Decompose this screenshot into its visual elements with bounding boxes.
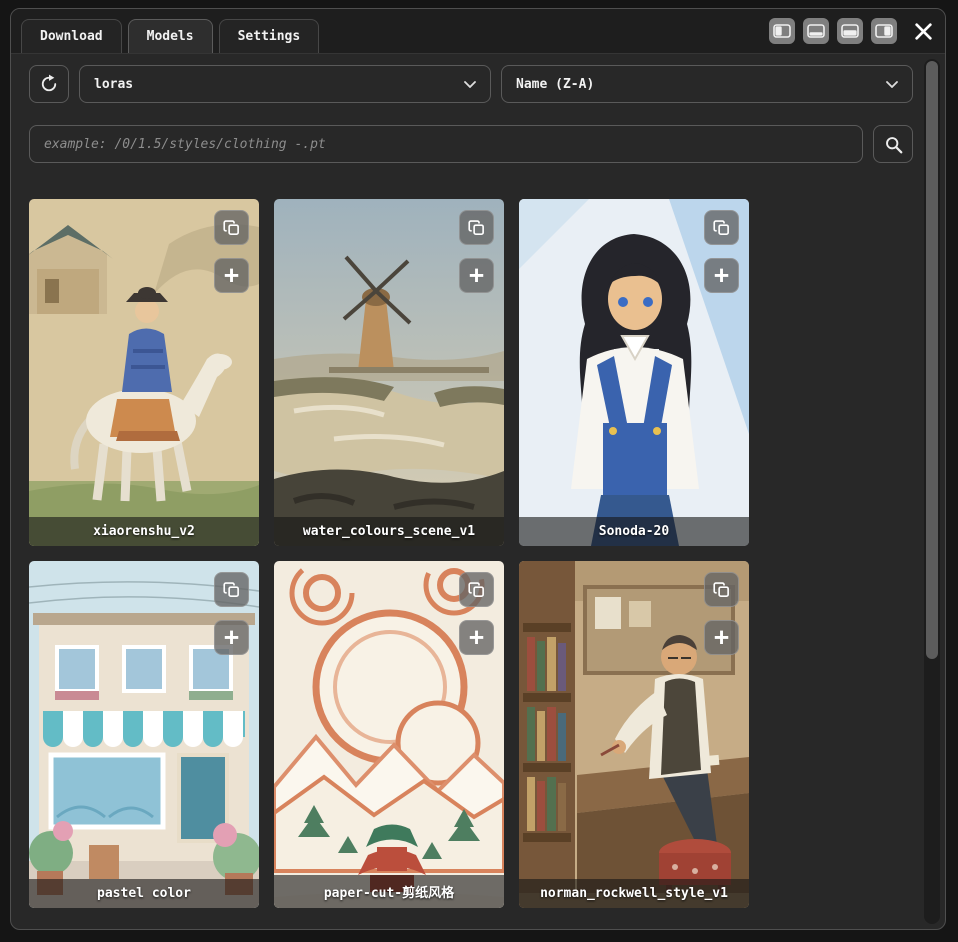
sort-value: Name (Z-A) [516, 77, 594, 92]
copy-icon [713, 581, 731, 599]
dock-bottom-button[interactable] [803, 18, 829, 44]
tab-strip: Download Models Settings [11, 9, 945, 54]
close-icon [913, 21, 934, 42]
model-card[interactable]: + norman_rockwell_style_v1 [519, 561, 749, 908]
model-card[interactable]: + pastel color [29, 561, 259, 908]
model-preview-image [519, 199, 749, 546]
model-title: paper-cut-剪纸风格 [274, 875, 504, 908]
search-row [29, 125, 913, 163]
plus-icon: + [469, 262, 484, 287]
model-title: water_colours_scene_v1 [274, 517, 504, 546]
dock-right-icon [875, 24, 893, 38]
tabs: Download Models Settings [21, 19, 319, 53]
search-icon [884, 135, 903, 154]
plus-icon: + [714, 624, 729, 649]
add-model-button[interactable]: + [459, 258, 494, 293]
model-title: norman_rockwell_style_v1 [519, 879, 749, 908]
search-input[interactable] [29, 125, 863, 163]
copy-model-button[interactable] [459, 210, 494, 245]
search-button[interactable] [873, 125, 913, 163]
model-preview-image [29, 199, 259, 546]
tab-download-label: Download [40, 29, 103, 44]
window-controls [769, 18, 897, 44]
add-model-button[interactable]: + [704, 620, 739, 655]
add-model-button[interactable]: + [459, 620, 494, 655]
model-card[interactable]: + water_colours_scene_v1 [274, 199, 504, 546]
plus-icon: + [224, 624, 239, 649]
model-preview-image [519, 561, 749, 908]
model-preview-image [274, 561, 504, 908]
model-card[interactable]: + paper-cut-剪纸风格 [274, 561, 504, 908]
refresh-button[interactable] [29, 65, 69, 103]
copy-model-button[interactable] [214, 572, 249, 607]
tab-models-label: Models [147, 29, 194, 44]
add-model-button[interactable]: + [214, 620, 249, 655]
copy-icon [468, 219, 486, 237]
dock-left-button[interactable] [769, 18, 795, 44]
model-type-value: loras [94, 77, 133, 92]
model-title: Sonoda-20 [519, 517, 749, 546]
model-preview-image [274, 199, 504, 546]
scrollbar-thumb[interactable] [926, 61, 938, 659]
dock-right-button[interactable] [871, 18, 897, 44]
tab-models[interactable]: Models [128, 19, 213, 53]
copy-icon [468, 581, 486, 599]
model-card[interactable]: + xiaorenshu_v2 [29, 199, 259, 546]
copy-model-button[interactable] [704, 572, 739, 607]
sort-select[interactable]: Name (Z-A) [501, 65, 913, 103]
model-title: xiaorenshu_v2 [29, 517, 259, 546]
chevron-down-icon [464, 81, 476, 88]
models-panel: Download Models Settings [10, 8, 946, 930]
copy-icon [223, 219, 241, 237]
dock-left-icon [773, 24, 791, 38]
plus-icon: + [714, 262, 729, 287]
chevron-down-icon [886, 81, 898, 88]
add-model-button[interactable]: + [704, 258, 739, 293]
copy-icon [223, 581, 241, 599]
scrollbar[interactable] [924, 59, 940, 924]
model-card[interactable]: + Sonoda-20 [519, 199, 749, 546]
toolbar: loras Name (Z-A) [29, 65, 913, 103]
model-grid: + xiaorenshu_v2 [29, 199, 749, 908]
copy-model-button[interactable] [459, 572, 494, 607]
tab-settings[interactable]: Settings [219, 19, 320, 53]
dock-bottom-icon [807, 24, 825, 38]
copy-model-button[interactable] [704, 210, 739, 245]
copy-model-button[interactable] [214, 210, 249, 245]
refresh-icon [39, 74, 59, 94]
tab-settings-label: Settings [238, 29, 301, 44]
plus-icon: + [224, 262, 239, 287]
dock-bottom-large-button[interactable] [837, 18, 863, 44]
tab-download[interactable]: Download [21, 19, 122, 53]
add-model-button[interactable]: + [214, 258, 249, 293]
model-preview-image [29, 561, 259, 908]
plus-icon: + [469, 624, 484, 649]
model-title: pastel color [29, 879, 259, 908]
copy-icon [713, 219, 731, 237]
model-type-select[interactable]: loras [79, 65, 491, 103]
close-button[interactable] [909, 17, 937, 45]
dock-bottom-large-icon [841, 24, 859, 38]
